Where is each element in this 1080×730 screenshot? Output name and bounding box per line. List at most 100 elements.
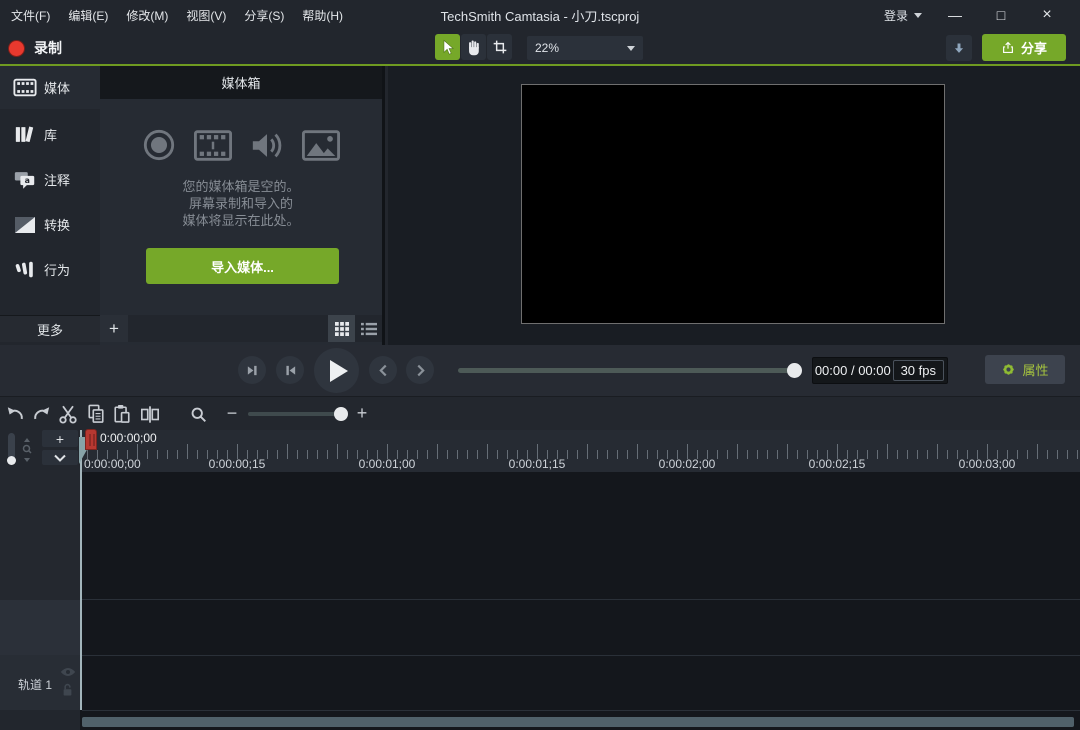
camtasia-window: 文件(F) 编辑(E) 修改(M) 视图(V) 分享(S) 帮助(H) Tech…: [0, 0, 1080, 730]
sidebar-item-label: 媒体: [44, 78, 70, 97]
sidebar-item-behaviors[interactable]: 行为: [0, 247, 100, 292]
ruler-label: 0:00:01;15: [509, 457, 566, 471]
track-lock-icon[interactable]: [62, 683, 73, 697]
sidebar-item-transitions[interactable]: 转换: [0, 202, 100, 247]
undo-button[interactable]: [3, 402, 27, 426]
chevron-down-icon: [627, 46, 635, 51]
sign-in-menu[interactable]: 登录: [884, 0, 922, 30]
menu-edit[interactable]: 编辑(E): [59, 7, 117, 24]
paste-icon: [113, 404, 131, 424]
cursor-icon: [439, 39, 456, 56]
export-local-button[interactable]: [946, 35, 972, 61]
paste-button[interactable]: [110, 402, 134, 426]
timeline-ruler[interactable]: 0:00:00;00 0:00:00;15 0:00:01;00 0:00:01…: [82, 430, 1080, 472]
track-divider: [82, 599, 1080, 600]
grid-view-icon: [335, 322, 349, 336]
time-display: 00:00 / 00:00 30 fps: [812, 357, 948, 384]
collapse-tracks-button[interactable]: [42, 450, 78, 465]
undo-icon: [5, 405, 25, 423]
timeline-zoom-slider[interactable]: [248, 412, 345, 416]
timeline-zoom-out-button[interactable]: −: [222, 400, 242, 426]
list-view-button[interactable]: [355, 315, 382, 342]
sidebar-item-library[interactable]: 库: [0, 112, 100, 157]
menu-share[interactable]: 分享(S): [235, 7, 293, 24]
timeline-zoom-button[interactable]: [186, 402, 210, 426]
grid-view-button[interactable]: [328, 315, 355, 342]
playhead-handle[interactable]: [85, 429, 97, 450]
properties-button[interactable]: 属性: [985, 355, 1065, 384]
hand-icon: [466, 39, 482, 56]
chevron-left-icon: [379, 364, 388, 377]
track-height-thumb[interactable]: [7, 456, 16, 465]
empty-line: 屏幕录制和导入的: [100, 195, 382, 212]
sidebar-item-label: 注释: [44, 170, 70, 189]
media-type-icons: [100, 128, 382, 162]
recording-icon: [142, 128, 176, 162]
minimize-button[interactable]: —: [938, 0, 972, 30]
ruler-label: 0:00:01;00: [359, 457, 416, 471]
canvas-area: [388, 66, 1080, 345]
sidebar-item-label: 转换: [44, 215, 70, 234]
split-icon: [140, 405, 160, 424]
ruler-label: 0:00:03;00: [959, 457, 1016, 471]
redo-button[interactable]: [30, 402, 54, 426]
play-button[interactable]: [314, 348, 359, 393]
audio-icon: [250, 130, 284, 161]
canvas-zoom-dropdown[interactable]: 22%: [527, 36, 643, 60]
track-visibility-icon[interactable]: [60, 667, 76, 677]
record-button[interactable]: 录制: [8, 35, 62, 61]
crop-icon: [492, 39, 508, 55]
frame-rate-badge[interactable]: 30 fps: [893, 360, 944, 381]
timeline-zoom-in-button[interactable]: +: [352, 400, 372, 426]
add-track-button[interactable]: +: [42, 430, 78, 447]
pan-tool-button[interactable]: [461, 34, 486, 60]
jump-next-button[interactable]: [406, 356, 434, 384]
track-2-header[interactable]: [0, 600, 80, 655]
track-height-slider[interactable]: [8, 433, 15, 463]
timeline-gutter-controls: +: [0, 430, 80, 470]
sidebar-item-media[interactable]: 媒体: [0, 66, 100, 109]
scissors-icon: [58, 404, 78, 424]
maximize-button[interactable]: □: [984, 0, 1018, 30]
close-button[interactable]: ×: [1030, 0, 1064, 30]
split-button[interactable]: [138, 402, 162, 426]
import-media-label: 导入媒体...: [211, 257, 274, 276]
list-view-icon: [361, 322, 377, 336]
scrubber-thumb[interactable]: [787, 363, 802, 378]
cursor-tool-button[interactable]: [435, 34, 460, 60]
menu-file[interactable]: 文件(F): [2, 7, 59, 24]
download-arrow-icon: [952, 41, 966, 56]
next-frame-button[interactable]: [276, 356, 304, 384]
ruler-label: 0:00:00;15: [209, 457, 266, 471]
menu-view[interactable]: 视图(V): [177, 7, 235, 24]
sidebar-item-label: 行为: [44, 260, 70, 279]
playback-scrubber[interactable]: [458, 368, 800, 373]
redo-icon: [32, 405, 52, 423]
previous-frame-button[interactable]: [238, 356, 266, 384]
video-clip-icon: [194, 130, 232, 161]
share-button[interactable]: 分享: [982, 34, 1066, 61]
copy-button[interactable]: [84, 402, 108, 426]
transition-square-icon: [12, 216, 38, 234]
timeline-horizontal-scrollbar[interactable]: [82, 717, 1074, 727]
crop-tool-button[interactable]: [487, 34, 512, 60]
jump-previous-button[interactable]: [369, 356, 397, 384]
timeline-tracks-area[interactable]: [82, 472, 1080, 730]
magnifier-icon: [190, 406, 207, 423]
timeline-zoom-thumb[interactable]: [334, 407, 348, 421]
menu-help[interactable]: 帮助(H): [293, 7, 352, 24]
menu-modify[interactable]: 修改(M): [117, 7, 177, 24]
import-media-button[interactable]: 导入媒体...: [146, 248, 339, 284]
add-media-button[interactable]: +: [100, 315, 128, 342]
ruler-labels: 0:00:00;00 0:00:00;15 0:00:01;00 0:00:01…: [82, 456, 1080, 472]
share-label: 分享: [1021, 38, 1047, 57]
track-1-header[interactable]: 轨道 1: [0, 655, 80, 710]
chevron-down-icon: [54, 454, 66, 462]
step-forward-icon: [284, 364, 297, 377]
copy-icon: [87, 404, 105, 424]
sidebar-item-annotations[interactable]: a 注释: [0, 157, 100, 202]
preview-canvas[interactable]: [521, 84, 945, 324]
media-bin-empty-text: 您的媒体箱是空的。 屏幕录制和导入的 媒体将显示在此处。: [100, 178, 382, 229]
cut-button[interactable]: [56, 402, 80, 426]
sidebar-more-button[interactable]: 更多: [0, 315, 100, 342]
